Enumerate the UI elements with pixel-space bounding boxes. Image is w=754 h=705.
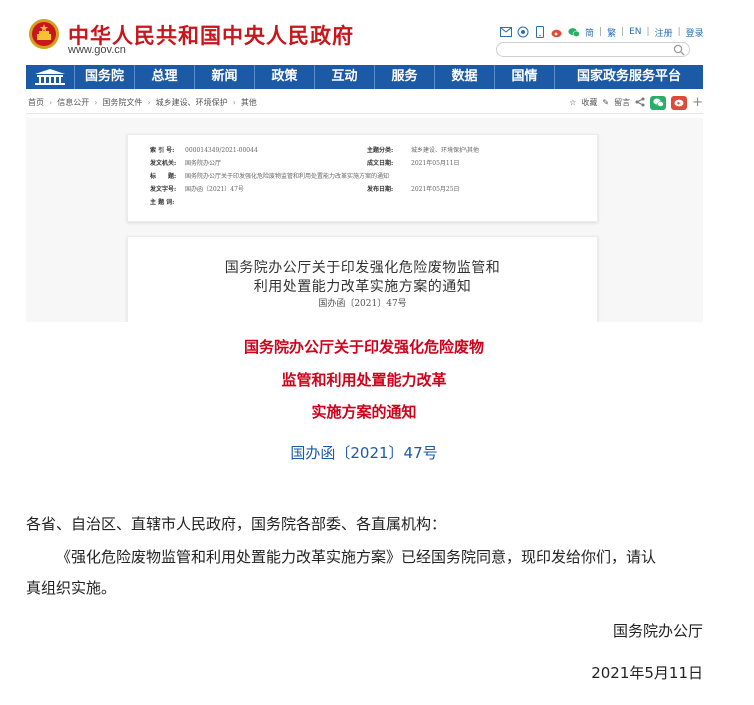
nav-item-national-conditions[interactable]: 国情 xyxy=(494,65,554,89)
doc-preview-number: 国办函〔2021〕47号 xyxy=(318,299,407,309)
nav-item-premier[interactable]: 总理 xyxy=(134,65,194,89)
star-icon[interactable]: ☆ xyxy=(569,98,576,107)
article-title-line: 国务院办公厅关于印发强化危险废物 xyxy=(243,338,484,356)
meta-label: 主 题 词: xyxy=(150,199,175,206)
meta-label: 成文日期: xyxy=(367,160,394,167)
pencil-icon[interactable]: ✎ xyxy=(602,98,609,107)
weibo-share-icon[interactable] xyxy=(671,95,688,110)
main-nav: 国务院 总理 新闻 政策 互动 服务 数据 国情 国家政务服务平台 xyxy=(26,65,703,89)
english-link[interactable]: EN xyxy=(629,27,641,37)
article-doc-number: 国办函〔2021〕47号 xyxy=(290,444,438,462)
breadcrumb-info-disclosure[interactable]: 信息公开 xyxy=(55,97,91,108)
meta-row: 索 引 号: 000014349/2021-00044 主题分类: 城乡建设、环境保护… xyxy=(150,145,479,154)
building-logo-icon[interactable] xyxy=(26,65,74,89)
meta-label: 主题分类: xyxy=(367,147,394,154)
message-icon[interactable] xyxy=(517,26,529,38)
doc-preview-title-line: 国务院办公厅关于印发强化危险废物监管和 xyxy=(224,260,501,276)
wechat-share-icon[interactable] xyxy=(650,95,667,110)
comment-link[interactable]: 留言 xyxy=(614,97,630,108)
meta-label: 索 引 号: xyxy=(150,147,175,154)
national-emblem-icon xyxy=(29,19,59,49)
traditional-link[interactable]: 繁 xyxy=(607,26,616,39)
share-tools: ☆ 收藏 ✎ 留言 + xyxy=(569,95,703,110)
meta-label: 发文机关: xyxy=(150,160,177,167)
tools-divider: | xyxy=(646,27,650,37)
meta-label: 发文字号: xyxy=(150,186,177,193)
nav-item-service-platform[interactable]: 国家政务服务平台 xyxy=(554,65,703,89)
chevron-right-icon: › xyxy=(94,98,98,107)
chevron-right-icon: › xyxy=(49,98,53,107)
meta-row: 主 题 词: xyxy=(150,197,185,206)
mobile-icon[interactable] xyxy=(534,26,546,38)
login-link[interactable]: 登录 xyxy=(686,26,704,39)
more-share-icon[interactable]: + xyxy=(692,95,703,110)
site-url: www.gov.cn xyxy=(68,44,126,56)
breadcrumb-urban-environment[interactable]: 城乡建设、环境保护 xyxy=(154,97,230,108)
meta-value: 国办函〔2021〕47号 xyxy=(185,186,244,193)
doc-preview-title-line: 利用处置能力改革实施方案的通知 xyxy=(253,279,472,295)
meta-value: 000014349/2021-00044 xyxy=(185,147,258,154)
breadcrumb: 首页 › 信息公开 › 国务院文件 › 城乡建设、环境保护 › 其他 ☆ 收藏 … xyxy=(26,92,703,114)
breadcrumb-home[interactable]: 首页 xyxy=(26,97,46,108)
article-salutation: 各省、自治区、直辖市人民政府，国务院各部委、各直属机构： xyxy=(26,515,447,533)
meta-value: 国务院办公厅 xyxy=(185,160,222,167)
nav-item-policies[interactable]: 政策 xyxy=(254,65,314,89)
site-header: 中华人民共和国中央人民政府 www.gov.cn 简 | 繁 | EN | 注册… xyxy=(0,0,754,62)
chevron-right-icon: › xyxy=(232,98,236,107)
meta-label: 标 题: xyxy=(150,173,177,180)
document-page-preview: 国务院办公厅关于印发强化危险废物监管和 利用处置能力改革实施方案的通知 国办函〔… xyxy=(127,236,598,322)
article-date: 2021年5月11日 xyxy=(591,664,703,682)
wechat-icon[interactable] xyxy=(568,26,580,38)
document-meta-card: 索 引 号: 000014349/2021-00044 主题分类: 城乡建设、环境保护… xyxy=(127,134,598,222)
nav-item-state-council[interactable]: 国务院 xyxy=(74,65,134,89)
top-tools: 简 | 繁 | EN | 注册 | 登录 xyxy=(500,24,704,40)
meta-value: 2021年05月25日 xyxy=(411,186,460,193)
breadcrumb-other[interactable]: 其他 xyxy=(239,97,259,108)
tools-divider: | xyxy=(677,27,681,37)
meta-value: 城乡建设、环境保护\其他 xyxy=(411,147,480,154)
register-link[interactable]: 注册 xyxy=(655,26,673,39)
share-icon[interactable] xyxy=(635,97,645,109)
meta-row: 标 题: 国务院办公厅关于印发强化危险废物监管和利用处置能力改革实施方案的通知 xyxy=(150,171,389,180)
meta-value: 国务院办公厅关于印发强化危险废物监管和利用处置能力改革实施方案的通知 xyxy=(185,173,390,180)
breadcrumb-state-council-docs[interactable]: 国务院文件 xyxy=(100,97,144,108)
chevron-right-icon: › xyxy=(147,98,151,107)
simplified-link[interactable]: 简 xyxy=(585,26,594,39)
tools-divider: | xyxy=(621,27,625,37)
nav-item-interaction[interactable]: 互动 xyxy=(314,65,374,89)
nav-item-news[interactable]: 新闻 xyxy=(194,65,254,89)
meta-value: 2021年05月11日 xyxy=(411,160,460,167)
document-scan-image: 索 引 号: 000014349/2021-00044 主题分类: 城乡建设、环境保护… xyxy=(26,118,703,322)
article-title-line: 实施方案的通知 xyxy=(311,403,417,421)
article-title-line: 监管和利用处置能力改革 xyxy=(281,371,447,389)
meta-row: 发文字号: 国办函〔2021〕47号 发布日期: 2021年05月25日 xyxy=(150,184,460,193)
favorite-link[interactable]: 收藏 xyxy=(581,97,597,108)
meta-label: 发布日期: xyxy=(367,186,394,193)
tools-divider: | xyxy=(599,27,603,37)
search-input[interactable] xyxy=(503,48,673,62)
mail-icon[interactable] xyxy=(500,26,512,38)
search-box xyxy=(496,42,690,62)
article-body-line: 《强化危险废物监管和利用处置能力改革实施方案》已经国务院同意，现印发给你们，请认 xyxy=(56,548,657,566)
search-icon[interactable] xyxy=(673,44,685,56)
article-body-line: 真组织实施。 xyxy=(26,579,117,597)
meta-row: 发文机关: 国务院办公厅 成文日期: 2021年05月11日 xyxy=(150,158,460,167)
weibo-icon[interactable] xyxy=(551,26,563,38)
nav-item-services[interactable]: 服务 xyxy=(374,65,434,89)
nav-item-data[interactable]: 数据 xyxy=(434,65,494,89)
article-signature: 国务院办公厅 xyxy=(612,622,703,640)
